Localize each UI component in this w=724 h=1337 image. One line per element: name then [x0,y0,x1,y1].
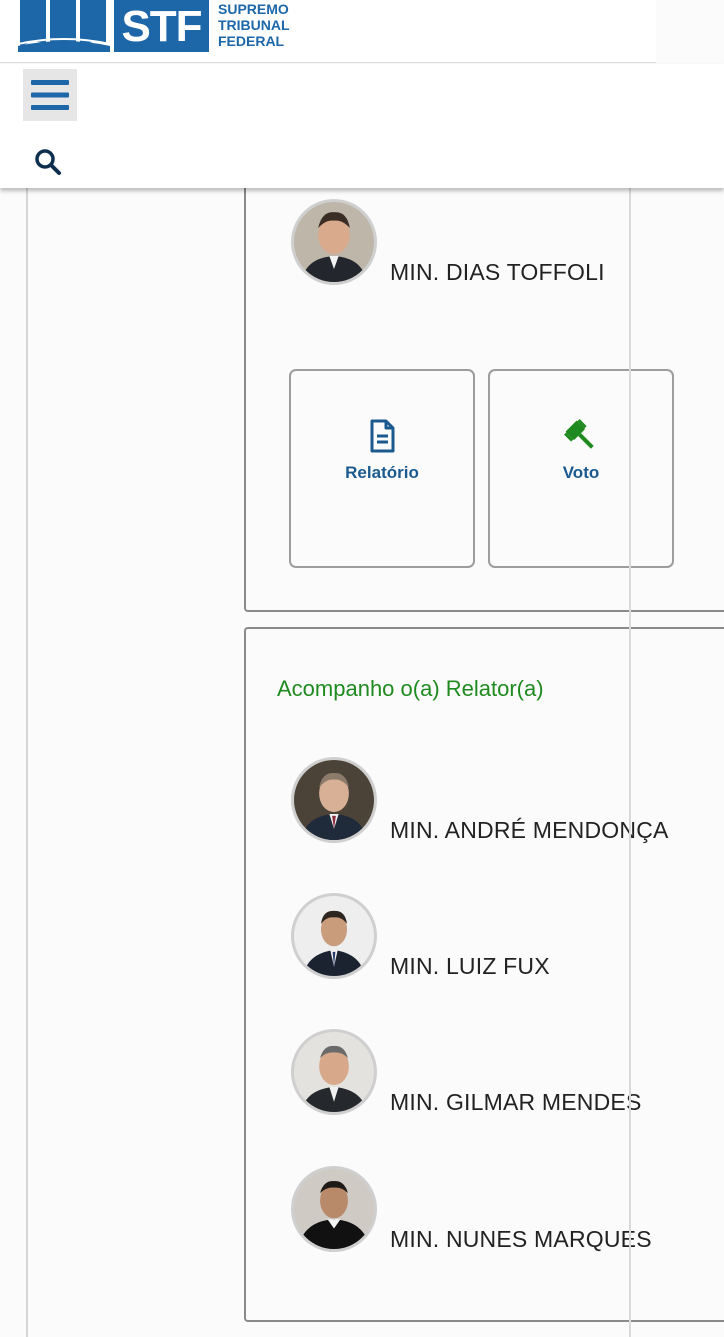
search-button[interactable] [30,144,66,180]
search-icon [35,149,61,175]
minister-name: MIN. DIAS TOFFOLI [390,259,605,285]
avatar [291,199,377,285]
relatorio-label: Relatório [345,463,419,482]
menu-button[interactable] [23,69,77,121]
relatorio-button[interactable]: Relatório [289,369,475,568]
logo-text: SUPREMO TRIBUNAL FEDERAL [218,1,290,49]
right-column-divider [629,188,631,1337]
hamburger-icon [31,80,69,110]
minister-name: MIN. LUIZ FUX [390,953,550,979]
stf-logo-icon [18,0,110,52]
avatar [291,1166,377,1252]
left-column-divider [26,188,28,1337]
avatar [291,893,377,979]
logo-abbreviation[interactable]: STF [114,0,209,52]
voto-button[interactable]: Voto [488,369,674,568]
logo-line-1: SUPREMO [218,1,289,17]
gavel-icon [564,419,594,449]
section-title: Acompanho o(a) Relator(a) [277,676,544,701]
minister-name: MIN. GILMAR MENDES [390,1089,642,1115]
voto-label: Voto [562,463,600,482]
logo-line-2: TRIBUNAL [218,17,290,33]
document-icon [370,419,395,453]
toolbar [0,64,724,188]
minister-name: MIN. ANDRÉ MENDONÇA [390,817,669,843]
avatar [291,757,377,843]
minister-name: MIN. NUNES MARQUES [390,1226,652,1252]
avatar [291,1029,377,1115]
logo-bar: STF SUPREMO TRIBUNAL FEDERAL [0,0,656,63]
logo-line-3: FEDERAL [218,33,285,49]
